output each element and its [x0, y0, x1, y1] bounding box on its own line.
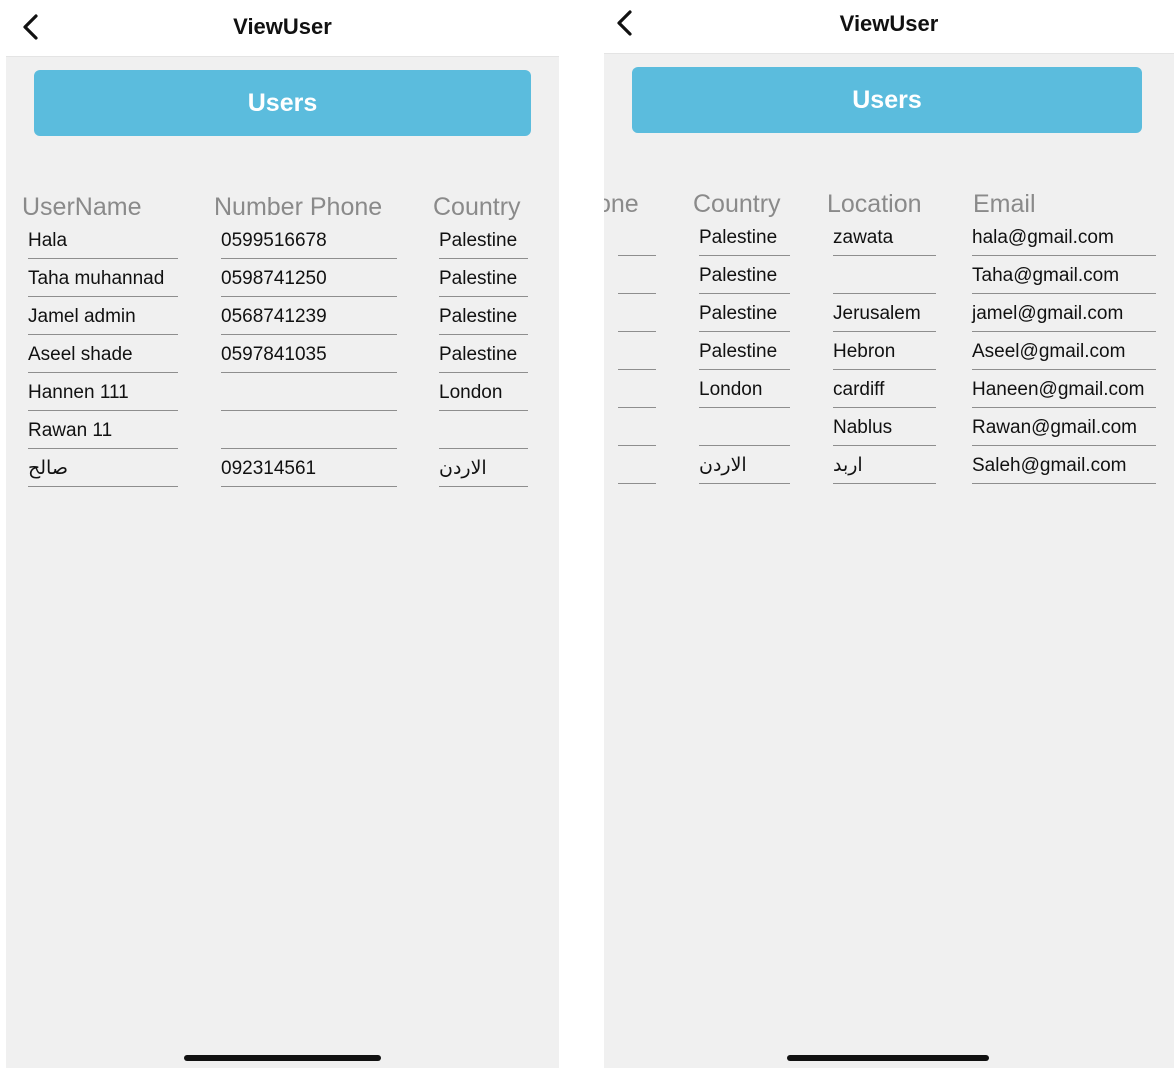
country-field[interactable]: London: [699, 376, 790, 408]
country-field[interactable]: [699, 414, 790, 446]
email-field[interactable]: Saleh@gmail.com: [972, 452, 1156, 484]
country-field[interactable]: Palestine: [439, 227, 528, 259]
username-field[interactable]: Hala: [28, 227, 178, 259]
country-field[interactable]: الاردن: [699, 452, 790, 484]
phone-field[interactable]: 0597841035: [221, 341, 397, 373]
location-field[interactable]: Jerusalem: [833, 300, 936, 332]
header-number-phone: Number Phone: [214, 193, 383, 221]
header-country: Country: [433, 193, 521, 221]
username-field[interactable]: Jamel admin: [28, 303, 178, 335]
country-field[interactable]: [439, 417, 528, 449]
phone-field[interactable]: 092314561: [221, 455, 397, 487]
phone-field[interactable]: [618, 262, 656, 294]
location-field[interactable]: Hebron: [833, 338, 936, 370]
phone-field[interactable]: [618, 452, 656, 484]
header-country: Country: [693, 190, 781, 218]
email-field[interactable]: hala@gmail.com: [972, 224, 1156, 256]
page-title: ViewUser: [233, 14, 332, 39]
location-field[interactable]: zawata: [833, 224, 936, 256]
email-field[interactable]: Taha@gmail.com: [972, 262, 1156, 294]
page-title: ViewUser: [839, 11, 939, 36]
phone-field[interactable]: [221, 379, 397, 411]
username-field[interactable]: Aseel shade: [28, 341, 178, 373]
location-field[interactable]: Nablus: [833, 414, 936, 446]
users-button[interactable]: Users: [34, 70, 531, 136]
email-field[interactable]: Haneen@gmail.com: [972, 376, 1156, 408]
country-field[interactable]: Palestine: [699, 262, 790, 294]
navigation-bar: ViewUser: [6, 0, 559, 57]
username-field[interactable]: Taha muhannad: [28, 265, 178, 297]
phone-field[interactable]: [618, 376, 656, 408]
country-field[interactable]: Palestine: [439, 341, 528, 373]
country-field[interactable]: Palestine: [699, 338, 790, 370]
country-field[interactable]: Palestine: [439, 265, 528, 297]
location-field[interactable]: cardiff: [833, 376, 936, 408]
phone-field[interactable]: [618, 414, 656, 446]
content-area: Users UserName Number Phone Country Hala…: [6, 57, 559, 1068]
phone-field[interactable]: [618, 300, 656, 332]
username-field[interactable]: Rawan 11: [28, 417, 178, 449]
phone-field[interactable]: [618, 338, 656, 370]
country-field[interactable]: London: [439, 379, 528, 411]
home-indicator: [787, 1055, 989, 1061]
header-email: Email: [973, 190, 1036, 218]
username-field[interactable]: Hannen 111: [28, 379, 178, 411]
screen-left: ViewUser Users UserName Number Phone Cou…: [6, 0, 559, 1068]
phone-field[interactable]: [618, 224, 656, 256]
navigation-bar: ViewUser: [604, 0, 1174, 54]
phone-field[interactable]: 0598741250: [221, 265, 397, 297]
email-field[interactable]: Aseel@gmail.com: [972, 338, 1156, 370]
screen-right: ViewUser Users one Country Location Emai…: [604, 0, 1174, 1068]
email-field[interactable]: Rawan@gmail.com: [972, 414, 1156, 446]
country-field[interactable]: Palestine: [699, 224, 790, 256]
location-field[interactable]: اربد: [833, 452, 936, 484]
users-button[interactable]: Users: [632, 67, 1142, 133]
header-username: UserName: [22, 193, 142, 221]
country-field[interactable]: Palestine: [699, 300, 790, 332]
phone-field[interactable]: [221, 417, 397, 449]
location-field[interactable]: [833, 262, 936, 294]
home-indicator: [184, 1055, 381, 1061]
phone-field[interactable]: 0599516678: [221, 227, 397, 259]
country-field[interactable]: Palestine: [439, 303, 528, 335]
country-field[interactable]: الاردن: [439, 455, 528, 487]
header-number-phone-clipped: one: [604, 190, 639, 218]
header-location: Location: [827, 190, 922, 218]
phone-field[interactable]: 0568741239: [221, 303, 397, 335]
content-area: Users one Country Location Email Palesti…: [604, 54, 1174, 1068]
email-field[interactable]: jamel@gmail.com: [972, 300, 1156, 332]
username-field[interactable]: صالح: [28, 455, 178, 487]
